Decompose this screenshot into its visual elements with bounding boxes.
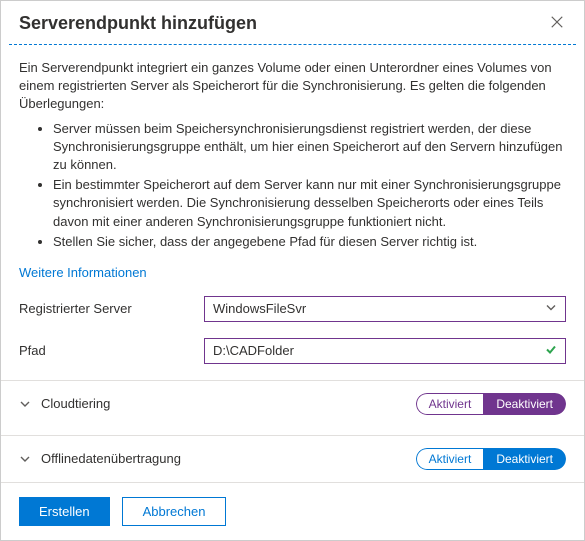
chevron-down-icon xyxy=(545,301,557,316)
registered-server-value: WindowsFileSvr xyxy=(213,301,306,316)
cloud-tiering-title: Cloudtiering xyxy=(41,396,110,411)
close-button[interactable] xyxy=(548,15,566,33)
add-server-endpoint-panel: Serverendpunkt hinzufügen Ein Serverendp… xyxy=(0,0,585,541)
panel-title: Serverendpunkt hinzufügen xyxy=(19,13,257,34)
considerations-list: Server müssen beim Speichersynchronisier… xyxy=(19,120,566,251)
path-row: Pfad D:\CADFolder xyxy=(19,338,566,364)
offline-transfer-title: Offlinedatenübertragung xyxy=(41,451,181,466)
list-item: Stellen Sie sicher, dass der angegebene … xyxy=(53,233,566,251)
list-item: Ein bestimmter Speicherort auf dem Serve… xyxy=(53,176,566,231)
create-button[interactable]: Erstellen xyxy=(19,497,110,526)
cloud-tiering-section[interactable]: Cloudtiering Aktiviert Deaktiviert xyxy=(19,381,566,427)
registered-server-label: Registrierter Server xyxy=(19,301,204,316)
chevron-down-icon xyxy=(19,453,31,465)
offline-transfer-disabled-option[interactable]: Deaktiviert xyxy=(483,448,566,470)
registered-server-row: Registrierter Server WindowsFileSvr xyxy=(19,296,566,322)
registered-server-select[interactable]: WindowsFileSvr xyxy=(204,296,566,322)
close-icon xyxy=(550,15,564,32)
cloud-tiering-header: Cloudtiering xyxy=(19,396,110,411)
intro-text: Ein Serverendpunkt integriert ein ganzes… xyxy=(19,59,566,114)
panel-footer: Erstellen Abbrechen xyxy=(1,482,584,540)
cloud-tiering-toggle[interactable]: Aktiviert Deaktiviert xyxy=(416,393,566,415)
path-value: D:\CADFolder xyxy=(213,343,294,358)
cloud-tiering-enabled-option[interactable]: Aktiviert xyxy=(416,393,484,415)
check-icon xyxy=(545,343,557,358)
list-item: Server müssen beim Speichersynchronisier… xyxy=(53,120,566,175)
offline-transfer-enabled-option[interactable]: Aktiviert xyxy=(416,448,484,470)
offline-transfer-section[interactable]: Offlinedatenübertragung Aktiviert Deakti… xyxy=(19,436,566,482)
offline-transfer-toggle[interactable]: Aktiviert Deaktiviert xyxy=(416,448,566,470)
chevron-down-icon xyxy=(19,398,31,410)
panel-body: Ein Serverendpunkt integriert ein ganzes… xyxy=(1,45,584,482)
more-info-link[interactable]: Weitere Informationen xyxy=(19,265,147,280)
path-label: Pfad xyxy=(19,343,204,358)
panel-header: Serverendpunkt hinzufügen xyxy=(1,1,584,44)
path-input[interactable]: D:\CADFolder xyxy=(204,338,566,364)
cancel-button[interactable]: Abbrechen xyxy=(122,497,227,526)
cloud-tiering-disabled-option[interactable]: Deaktiviert xyxy=(483,393,566,415)
offline-transfer-header: Offlinedatenübertragung xyxy=(19,451,181,466)
